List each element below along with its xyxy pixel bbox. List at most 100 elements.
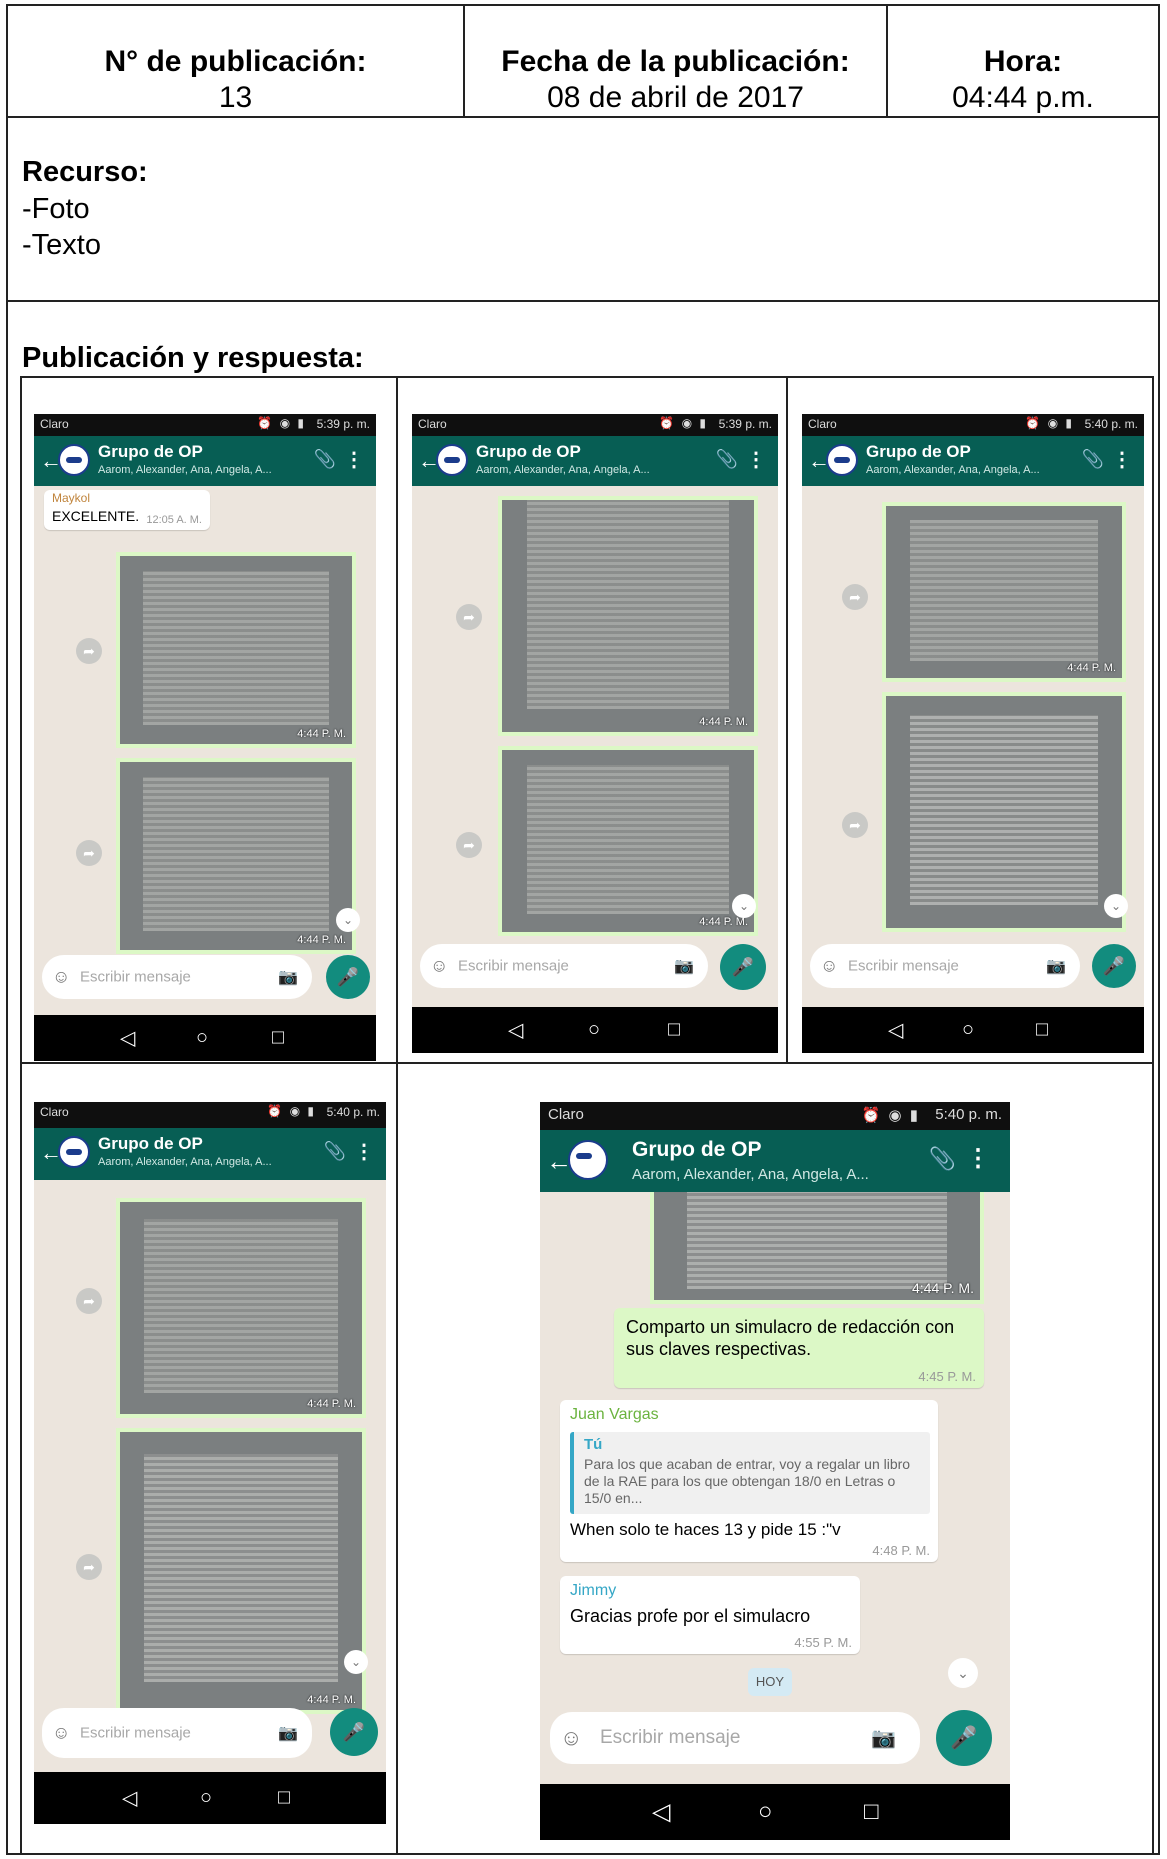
- group-name[interactable]: Grupo de OP: [866, 442, 971, 462]
- mic-icon[interactable]: 🎤: [1092, 944, 1136, 988]
- forward-icon[interactable]: ➦: [76, 840, 102, 866]
- scroll-down-icon[interactable]: ⌄: [1104, 894, 1128, 918]
- thanks-bubble: Jimmy Gracias profe por el simulacro 4:5…: [560, 1576, 860, 1654]
- nav-recents-icon[interactable]: □: [1036, 1019, 1048, 1042]
- photo-message[interactable]: 4:44 P. M.: [498, 746, 758, 936]
- scroll-down-icon[interactable]: ⌄: [732, 894, 756, 918]
- nav-home-icon[interactable]: ○: [200, 1787, 212, 1810]
- more-vert-icon[interactable]: ⋮: [354, 1139, 374, 1164]
- paperclip-icon[interactable]: 📎: [314, 449, 336, 470]
- nav-recents-icon[interactable]: □: [668, 1019, 680, 1042]
- group-avatar[interactable]: [826, 444, 858, 476]
- message-input[interactable]: ☺ Escribir mensaje 📷: [550, 1712, 920, 1764]
- photo-message[interactable]: 4:44 P. M.: [650, 1192, 984, 1304]
- nav-back-icon[interactable]: ◁: [120, 1026, 135, 1051]
- mic-icon[interactable]: 🎤: [326, 955, 370, 999]
- more-vert-icon[interactable]: ⋮: [966, 1144, 990, 1173]
- scroll-down-icon[interactable]: ⌄: [344, 1650, 368, 1674]
- paperclip-icon[interactable]: 📎: [929, 1146, 956, 1172]
- smiley-icon[interactable]: ☺: [560, 1725, 582, 1751]
- caption-text: Comparto un simulacro de redacción con s…: [626, 1317, 955, 1359]
- sender-name: Jimmy: [570, 1582, 617, 1599]
- nav-home-icon[interactable]: ○: [196, 1027, 208, 1050]
- photo-message[interactable]: 4:44 P. M.: [116, 552, 356, 748]
- caption-bubble: Comparto un simulacro de redacción con s…: [614, 1308, 984, 1388]
- mic-icon[interactable]: 🎤: [936, 1710, 992, 1766]
- publication-title: Publicación y respuesta:: [22, 342, 364, 374]
- sender-name: Juan Vargas: [570, 1406, 659, 1423]
- mic-icon[interactable]: 🎤: [720, 944, 766, 990]
- carrier-label: Claro: [40, 1105, 69, 1119]
- resource-item-photo: -Foto: [22, 193, 90, 225]
- message-input[interactable]: ☺ Escribir mensaje 📷: [42, 955, 312, 999]
- forward-icon[interactable]: ➦: [456, 604, 482, 630]
- nav-home-icon[interactable]: ○: [758, 1798, 773, 1826]
- nav-recents-icon[interactable]: □: [272, 1027, 284, 1050]
- group-avatar[interactable]: [436, 444, 468, 476]
- smiley-icon[interactable]: ☺: [52, 967, 70, 988]
- camera-icon[interactable]: 📷: [1046, 956, 1066, 976]
- message-input[interactable]: ☺ Escribir mensaje 📷: [42, 1708, 312, 1758]
- photo-message[interactable]: 4:44 P. M.: [882, 502, 1126, 682]
- nav-recents-icon[interactable]: □: [864, 1798, 879, 1826]
- nav-back-icon[interactable]: ◁: [652, 1798, 670, 1827]
- camera-icon[interactable]: 📷: [871, 1726, 896, 1751]
- status-time: 5:40 p. m.: [935, 1106, 1002, 1123]
- more-vert-icon[interactable]: ⋮: [344, 447, 364, 472]
- group-name[interactable]: Grupo de OP: [476, 442, 581, 462]
- group-avatar[interactable]: [58, 1136, 90, 1168]
- forward-icon[interactable]: ➦: [456, 832, 482, 858]
- quoted-message[interactable]: Tú Para los que acaban de entrar, voy a …: [570, 1432, 930, 1514]
- camera-icon[interactable]: 📷: [674, 956, 694, 976]
- mic-icon[interactable]: 🎤: [330, 1708, 378, 1756]
- grid-col-1: [396, 376, 398, 1855]
- reply-bubble: Juan Vargas Tú Para los que acaban de en…: [560, 1400, 938, 1562]
- smiley-icon[interactable]: ☺: [820, 956, 838, 977]
- message-input[interactable]: ☺ Escribir mensaje 📷: [810, 944, 1080, 988]
- nav-back-icon[interactable]: ◁: [508, 1018, 523, 1043]
- forward-icon[interactable]: ➦: [76, 638, 102, 664]
- forward-icon[interactable]: ➦: [842, 812, 868, 838]
- nav-back-icon[interactable]: ◁: [888, 1018, 903, 1043]
- smiley-icon[interactable]: ☺: [430, 956, 448, 977]
- paperclip-icon[interactable]: 📎: [716, 449, 738, 470]
- more-vert-icon[interactable]: ⋮: [1112, 447, 1132, 472]
- paperclip-icon[interactable]: 📎: [324, 1141, 346, 1162]
- smiley-icon[interactable]: ☺: [52, 1723, 70, 1744]
- group-name[interactable]: Grupo de OP: [98, 1134, 203, 1154]
- photo-message[interactable]: 4:44 P. M.: [116, 1428, 366, 1714]
- nav-home-icon[interactable]: ○: [588, 1019, 600, 1042]
- carrier-label: Claro: [40, 417, 69, 431]
- android-nav-bar: ◁ ○ □: [540, 1784, 1010, 1840]
- scroll-down-icon[interactable]: ⌄: [336, 908, 360, 932]
- grid-col-2: [786, 376, 788, 1064]
- pub-number-cell: N° de publicación: 13: [8, 44, 463, 116]
- photo-message[interactable]: 4:44 P. M.: [116, 1198, 366, 1418]
- more-vert-icon[interactable]: ⋮: [746, 447, 766, 472]
- photo-time: 4:44 P. M.: [307, 1398, 356, 1410]
- forward-icon[interactable]: ➦: [76, 1554, 102, 1580]
- message-text: EXCELENTE.: [52, 508, 140, 524]
- photo-message[interactable]: 4:44 P. M.: [116, 758, 356, 954]
- group-avatar[interactable]: [568, 1140, 608, 1180]
- scroll-down-icon[interactable]: ⌄: [948, 1658, 978, 1688]
- status-icons: ⏰ ◉ ▮: [659, 416, 708, 430]
- nav-home-icon[interactable]: ○: [962, 1019, 974, 1042]
- camera-icon[interactable]: 📷: [278, 1723, 298, 1743]
- camera-icon[interactable]: 📷: [278, 967, 298, 987]
- photo-message[interactable]: 4:44 P. M.: [498, 496, 758, 736]
- group-name[interactable]: Grupo de OP: [632, 1138, 762, 1162]
- paperclip-icon[interactable]: 📎: [1082, 449, 1104, 470]
- group-avatar[interactable]: [58, 444, 90, 476]
- message-input[interactable]: ☺ Escribir mensaje 📷: [420, 944, 708, 988]
- nav-back-icon[interactable]: ◁: [122, 1786, 137, 1811]
- chat-toolbar: ← Grupo de OP Aarom, Alexander, Ana, Ang…: [802, 436, 1144, 486]
- carrier-label: Claro: [548, 1106, 584, 1123]
- grid-right: [1152, 376, 1154, 1855]
- nav-recents-icon[interactable]: □: [278, 1787, 290, 1810]
- forward-icon[interactable]: ➦: [842, 584, 868, 610]
- android-nav-bar: ◁ ○ □: [412, 1007, 778, 1053]
- forward-icon[interactable]: ➦: [76, 1288, 102, 1314]
- group-name[interactable]: Grupo de OP: [98, 442, 203, 462]
- photo-message[interactable]: [882, 692, 1126, 932]
